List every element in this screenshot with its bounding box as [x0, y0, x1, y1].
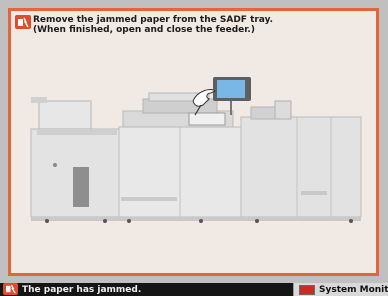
- instruction-line-1: Remove the jammed paper from the SADF tr…: [33, 15, 274, 25]
- paper-jam-icon: [3, 283, 18, 295]
- instruction-text: Remove the jammed paper from the SADF tr…: [33, 15, 373, 35]
- system-monitor-icon: [299, 285, 315, 295]
- status-bar: The paper has jammed. System Monitor: [0, 283, 388, 296]
- jam-message-panel: Remove the jammed paper from the SADF tr…: [8, 8, 379, 276]
- printer-diagram: [30, 77, 362, 223]
- paper-jam-icon: [15, 15, 31, 29]
- status-message: The paper has jammed.: [22, 285, 142, 295]
- instruction-line-2: (When finished, open and close the feede…: [33, 25, 255, 35]
- finisher-window: [73, 167, 89, 207]
- system-monitor-button[interactable]: System Monitor: [293, 283, 388, 296]
- system-monitor-label: System Monitor: [319, 285, 388, 295]
- control-panel-screen: [217, 80, 245, 98]
